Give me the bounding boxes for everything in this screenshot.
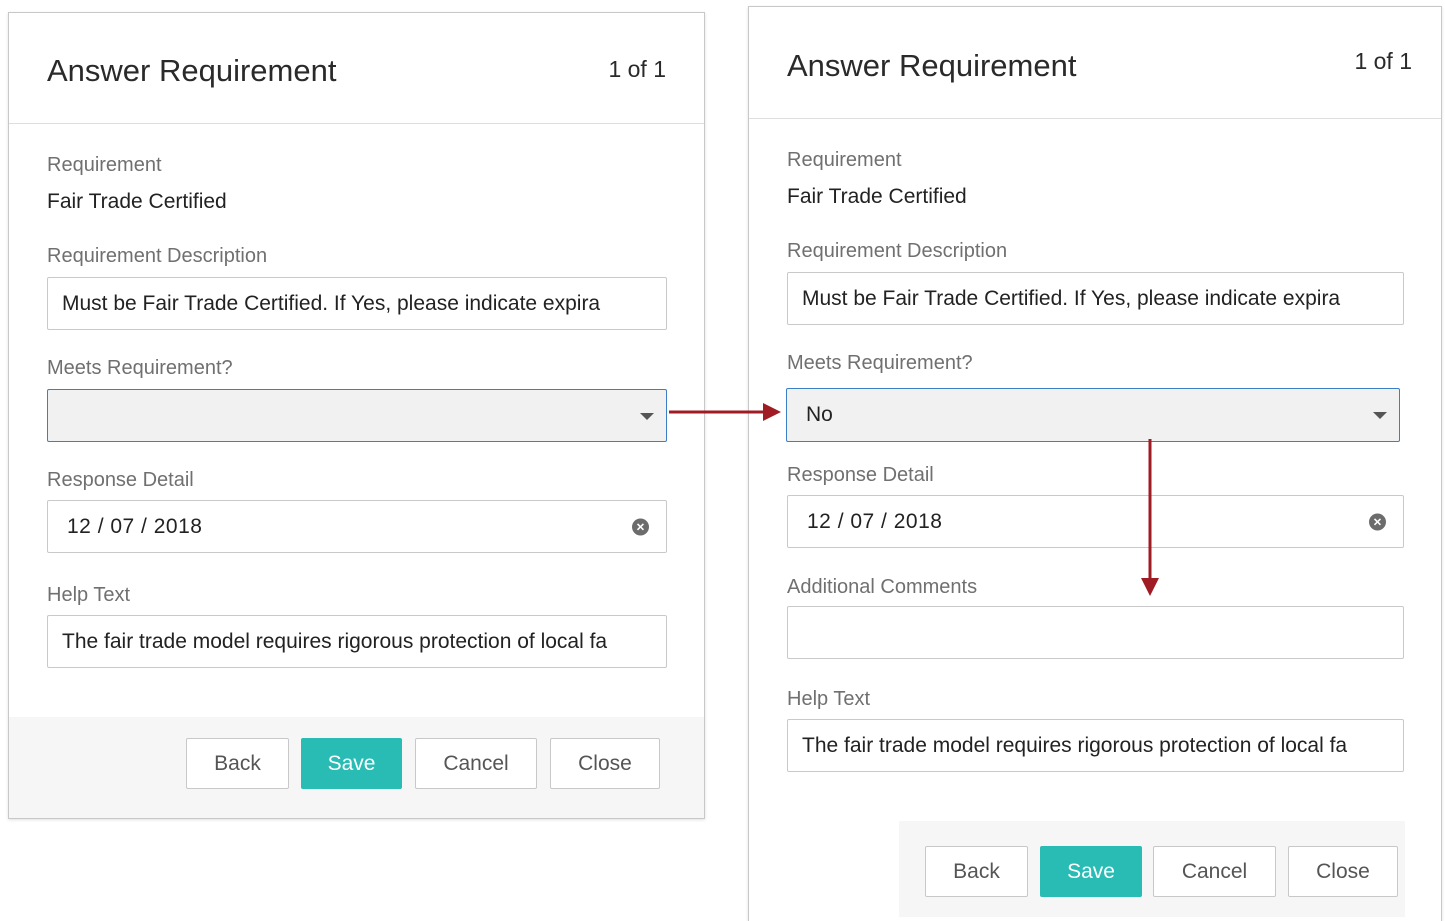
meets-requirement-select[interactable] [47, 389, 667, 442]
meets-requirement-select[interactable]: No [786, 388, 1400, 442]
response-detail-date: 12 / 07 / 2018 [67, 514, 203, 538]
cancel-button[interactable]: Cancel [415, 738, 537, 789]
additional-comments-field[interactable] [787, 606, 1404, 659]
help-text-field[interactable]: The fair trade model requires rigorous p… [787, 719, 1404, 772]
dialog-footer: Back Save Cancel Close [899, 821, 1405, 917]
close-button[interactable]: Close [1288, 846, 1398, 897]
clear-icon[interactable]: × [632, 518, 649, 535]
requirement-label: Requirement [47, 154, 162, 176]
meets-requirement-label: Meets Requirement? [47, 357, 233, 379]
additional-comments-label: Additional Comments [787, 576, 978, 598]
response-detail-date: 12 / 07 / 2018 [807, 509, 943, 533]
help-text-field[interactable]: The fair trade model requires rigorous p… [47, 615, 667, 668]
dropdown-caret-icon[interactable] [640, 412, 654, 420]
response-detail-label: Response Detail [47, 469, 194, 491]
meets-requirement-label: Meets Requirement? [787, 352, 973, 374]
response-detail-label: Response Detail [787, 464, 934, 486]
answer-requirement-dialog-left: Answer Requirement 1 of 1 Requirement Fa… [8, 12, 705, 819]
requirement-description-label: Requirement Description [47, 245, 268, 267]
dialog-footer: Back Save Cancel Close [9, 717, 704, 818]
requirement-description-label: Requirement Description [787, 240, 1008, 262]
help-text-label: Help Text [787, 688, 871, 710]
dropdown-caret-icon[interactable] [1373, 412, 1387, 419]
cancel-button[interactable]: Cancel [1153, 846, 1276, 897]
dialog-title: Answer Requirement [47, 53, 337, 88]
requirement-description-field[interactable]: Must be Fair Trade Certified. If Yes, pl… [47, 277, 667, 330]
close-button[interactable]: Close [550, 738, 660, 789]
answer-requirement-dialog-right: Answer Requirement 1 of 1 Requirement Fa… [748, 6, 1442, 921]
requirement-description-text: Must be Fair Trade Certified. If Yes, pl… [62, 291, 601, 315]
response-detail-date-field[interactable]: 12 / 07 / 2018 × [787, 495, 1404, 548]
requirement-description-field[interactable]: Must be Fair Trade Certified. If Yes, pl… [787, 272, 1404, 325]
requirement-description-text: Must be Fair Trade Certified. If Yes, pl… [802, 286, 1341, 310]
save-button[interactable]: Save [1040, 846, 1142, 897]
back-button[interactable]: Back [186, 738, 289, 789]
record-counter: 1 of 1 [1354, 48, 1412, 74]
dialog-title: Answer Requirement [787, 48, 1077, 83]
meets-requirement-value: No [806, 403, 833, 426]
response-detail-date-field[interactable]: 12 / 07 / 2018 × [47, 500, 667, 553]
help-text-value: The fair trade model requires rigorous p… [802, 733, 1348, 757]
requirement-value: Fair Trade Certified [787, 185, 967, 208]
help-text-label: Help Text [47, 584, 131, 606]
save-button[interactable]: Save [301, 738, 402, 789]
dialog-header: Answer Requirement 1 of 1 [9, 13, 704, 124]
help-text-value: The fair trade model requires rigorous p… [62, 629, 608, 653]
requirement-value: Fair Trade Certified [47, 190, 227, 213]
record-counter: 1 of 1 [608, 56, 666, 82]
clear-icon[interactable]: × [1369, 513, 1386, 530]
back-button[interactable]: Back [925, 846, 1028, 897]
dialog-header: Answer Requirement 1 of 1 [749, 7, 1441, 119]
requirement-label: Requirement [787, 149, 902, 171]
